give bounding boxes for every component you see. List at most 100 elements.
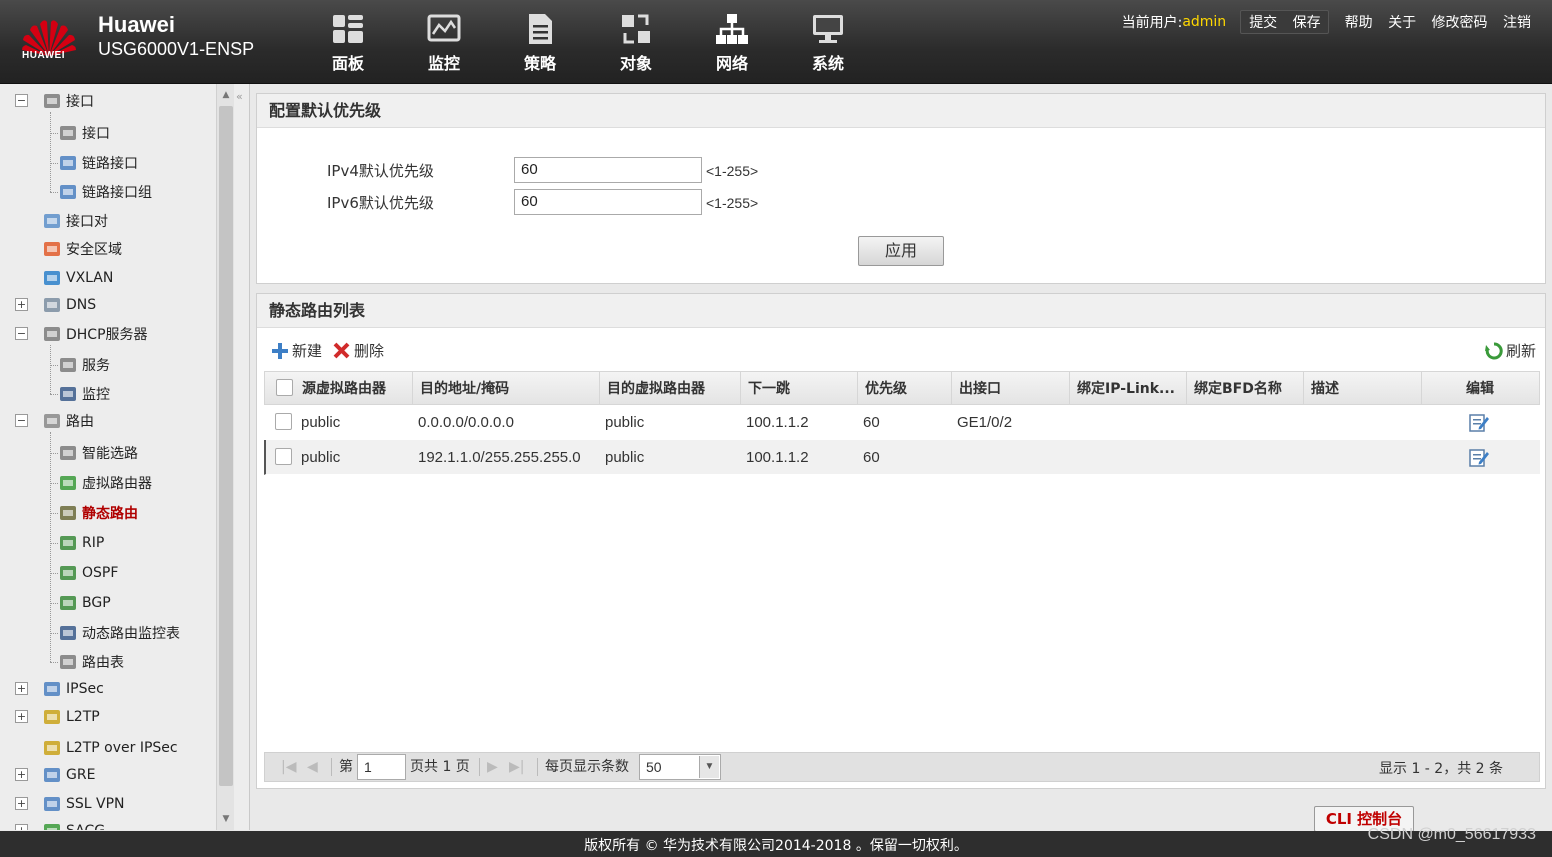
help-link[interactable]: 帮助 [1340, 12, 1378, 34]
tree-node-icon [60, 506, 76, 520]
table-row[interactable]: public 192.1.1.0/255.255.255.0 public 10… [264, 440, 1540, 475]
tree-node-icon [60, 536, 76, 550]
edit-icon[interactable] [1469, 448, 1489, 467]
sidebar-scrollbar[interactable]: ▲ ▼ [216, 84, 234, 830]
sidebar-item[interactable]: OSPF [58, 562, 118, 584]
edit-icon[interactable] [1469, 413, 1489, 432]
sidebar-item[interactable]: 路由 [42, 410, 94, 432]
tree-toggle-icon[interactable]: + [15, 797, 28, 810]
per-page-label: 每页显示条数 [545, 759, 629, 775]
page-number-input[interactable]: 1 [357, 754, 406, 780]
tree-toggle-icon[interactable]: + [15, 710, 28, 723]
sidebar-item[interactable]: 虚拟路由器 [58, 472, 152, 494]
about-link[interactable]: 关于 [1383, 12, 1421, 34]
tree-toggle-icon[interactable]: − [15, 94, 28, 107]
col-src-vr[interactable]: 源虚拟路由器 [295, 372, 412, 406]
next-page-icon[interactable]: ▶ [487, 753, 498, 781]
save-link[interactable]: 保存 [1288, 12, 1326, 34]
sidebar-item[interactable]: 接口对 [42, 210, 108, 232]
tree-toggle-icon[interactable]: − [15, 414, 28, 427]
tree-toggle-icon[interactable]: − [15, 327, 28, 340]
col-ip-link[interactable]: 绑定IP-Link... [1069, 372, 1186, 406]
tree-toggle-icon[interactable]: + [15, 682, 28, 695]
sidebar-item[interactable]: L2TP [42, 706, 100, 728]
refresh-button[interactable]: 刷新 [1485, 340, 1536, 361]
sidebar-item[interactable]: 安全区域 [42, 238, 122, 260]
sidebar-item[interactable]: 接口 [42, 90, 94, 112]
sidebar-item-label: 链路接口组 [82, 185, 152, 201]
new-route-button[interactable]: 新建 [271, 340, 322, 361]
sidebar-item[interactable]: DNS [42, 294, 96, 316]
sidebar-item[interactable]: 服务 [58, 354, 110, 376]
tree-connector [50, 432, 51, 662]
cell-priority: 60 [863, 449, 880, 466]
scroll-down-arrow-icon[interactable]: ▼ [217, 810, 235, 828]
scroll-up-arrow-icon[interactable]: ▲ [217, 86, 235, 104]
tree-toggle-icon[interactable]: + [15, 824, 28, 830]
per-page-select[interactable]: 50 ▼ [639, 754, 721, 780]
logout-link[interactable]: 注销 [1498, 12, 1536, 34]
prev-page-icon[interactable]: ◀ [307, 753, 318, 781]
nav-policy[interactable]: 策略 [492, 12, 588, 74]
sidebar-item[interactable]: 动态路由监控表 [58, 622, 180, 644]
tree-toggle-icon[interactable]: + [15, 298, 28, 311]
select-all-checkbox[interactable] [276, 379, 293, 396]
last-page-icon[interactable]: ▶| [509, 753, 524, 781]
new-route-label: 新建 [292, 342, 323, 360]
nav-network[interactable]: 网络 [684, 12, 780, 74]
nav-dashboard[interactable]: 面板 [300, 12, 396, 74]
sidebar-item[interactable]: SACG [42, 820, 105, 830]
sidebar-item[interactable]: 链路接口 [58, 152, 138, 174]
ipv4-priority-input[interactable]: 60 [514, 157, 702, 183]
tree-node-icon [60, 446, 76, 460]
commit-link[interactable]: 提交 [1244, 12, 1282, 34]
col-bfd[interactable]: 绑定BFD名称 [1186, 372, 1303, 406]
sidebar-item[interactable]: IPSec [42, 678, 104, 700]
sidebar-item[interactable]: BGP [58, 592, 111, 614]
sidebar-item[interactable]: 静态路由 [58, 502, 138, 524]
sidebar-item[interactable]: 监控 [58, 383, 110, 405]
sidebar-item[interactable]: 链路接口组 [58, 181, 152, 203]
delete-route-button[interactable]: 删除 [333, 340, 384, 361]
collapse-sidebar-icon[interactable]: « [236, 90, 243, 103]
col-dest-vr[interactable]: 目的虚拟路由器 [599, 372, 740, 406]
default-priority-panel: 配置默认优先级 IPv4默认优先级 60 <1-255> IPv6默认优先级 6… [256, 93, 1546, 284]
change-password-link[interactable]: 修改密码 [1427, 12, 1493, 34]
sidebar-item[interactable]: DHCP服务器 [42, 323, 148, 345]
ipv6-priority-hint: <1-255> [706, 195, 759, 211]
col-desc[interactable]: 描述 [1303, 372, 1421, 406]
top-header: HUAWEI Huawei USG6000V1-ENSP 面板 监控 策略 对象… [0, 0, 1552, 84]
sidebar-item[interactable]: RIP [58, 532, 104, 554]
sidebar-item-label: L2TP over IPSec [66, 740, 178, 756]
col-dest[interactable]: 目的地址/掩码 [412, 372, 599, 406]
ipv6-priority-input[interactable]: 60 [514, 189, 702, 215]
col-next-hop[interactable]: 下一跳 [740, 372, 857, 406]
nav-monitor[interactable]: 监控 [396, 12, 492, 74]
main-nav: 面板 监控 策略 对象 网络 系统 [300, 12, 876, 74]
table-row[interactable]: public 0.0.0.0/0.0.0.0 public 100.1.1.2 … [264, 405, 1540, 440]
sidebar-item[interactable]: 智能选路 [58, 442, 138, 464]
apply-button[interactable]: 应用 [858, 236, 944, 266]
sidebar-item[interactable]: VXLAN [42, 267, 113, 289]
tree-node-icon [44, 214, 60, 228]
tree-connector [50, 573, 58, 574]
row-checkbox[interactable] [275, 413, 292, 430]
col-priority[interactable]: 优先级 [857, 372, 951, 406]
scroll-thumb[interactable] [219, 106, 233, 786]
sidebar-item[interactable]: 接口 [58, 122, 110, 144]
chevron-down-icon[interactable]: ▼ [699, 756, 719, 778]
tree-node-icon [60, 566, 76, 580]
refresh-label: 刷新 [1506, 342, 1537, 360]
sidebar-item[interactable]: SSL VPN [42, 793, 125, 815]
row-checkbox[interactable] [275, 448, 292, 465]
first-page-icon[interactable]: |◀ [281, 753, 296, 781]
sidebar-item[interactable]: GRE [42, 764, 95, 786]
nav-system[interactable]: 系统 [780, 12, 876, 74]
cell-bfd [1185, 440, 1192, 475]
col-out-if[interactable]: 出接口 [951, 372, 1069, 406]
pagination-bar: |◀ ◀ 第 1 页共 1 页 ▶ ▶| 每页显示条数 50 ▼ 显示 1 - … [264, 752, 1540, 782]
sidebar-item[interactable]: 路由表 [58, 651, 124, 673]
tree-toggle-icon[interactable]: + [15, 768, 28, 781]
nav-object[interactable]: 对象 [588, 12, 684, 74]
sidebar-item[interactable]: L2TP over IPSec [42, 737, 178, 759]
